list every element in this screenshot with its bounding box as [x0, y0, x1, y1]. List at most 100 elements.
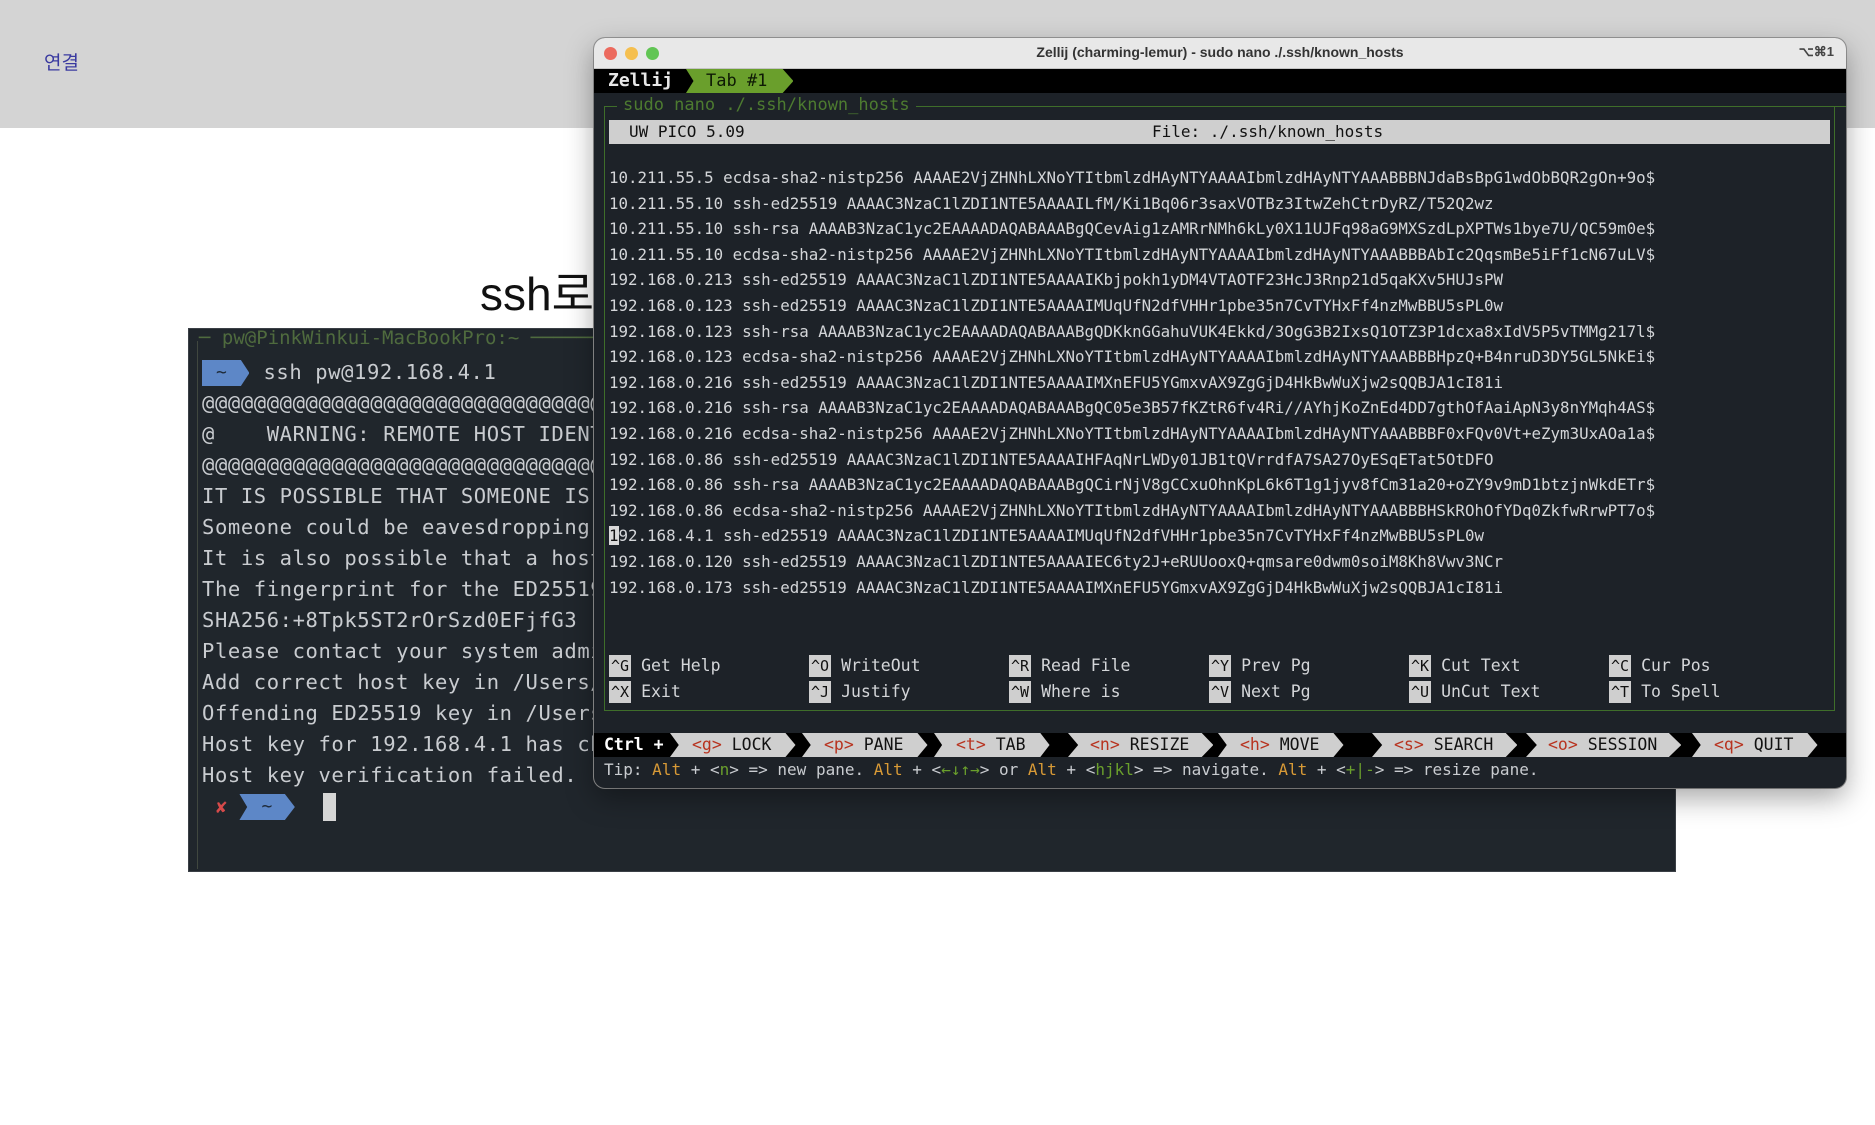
shortcut-label: Get Help [641, 656, 721, 675]
mode-label: PANE [863, 735, 904, 754]
known-host-line[interactable]: 192.168.0.123 ssh-rsa AAAAB3NzaC1yc2EAAA… [609, 319, 1830, 345]
nano-shortcut[interactable]: ^J Justify [809, 681, 1009, 703]
mode-key: <q> [1714, 735, 1744, 754]
nano-shortcut[interactable]: ^W Where is [1009, 681, 1209, 703]
shortcut-key: ^T [1609, 681, 1632, 703]
mode-move[interactable]: <h> MOVE [1218, 733, 1344, 757]
mode-key: <p> [824, 735, 854, 754]
ctrl-prefix: Ctrl + [604, 735, 664, 754]
prompt-dir: ~ [239, 794, 295, 820]
mode-pane[interactable]: <p> PANE [802, 733, 928, 757]
mode-resize[interactable]: <n> RESIZE [1068, 733, 1214, 757]
zellij-status-bar: Ctrl + <g> LOCK <p> PANE <t> TAB <n> RESIZE… [594, 733, 1846, 757]
mode-key: <n> [1090, 735, 1120, 754]
nano-shortcut[interactable]: ^Y Prev Pg [1209, 655, 1409, 677]
known-host-line[interactable]: 192.168.0.86 ssh-ed25519 AAAAC3NzaC1lZDI… [609, 447, 1830, 473]
shortcut-key: ^Y [1209, 655, 1232, 677]
shortcut-label: Prev Pg [1241, 656, 1311, 675]
window-titlebar: Zellij (charming-lemur) - sudo nano ./.s… [594, 38, 1846, 69]
mode-label: MOVE [1279, 735, 1320, 754]
zellij-tab-bar: Zellij Tab #1 [594, 69, 1846, 93]
known-host-line[interactable]: 192.168.0.123 ssh-ed25519 AAAAC3NzaC1lZD… [609, 293, 1830, 319]
zellij-app-label: Zellij [594, 69, 688, 93]
shortcut-label: Exit [641, 682, 681, 701]
shortcut-key: ^C [1609, 655, 1632, 677]
shortcut-key: ^R [1009, 655, 1032, 677]
shortcut-key: ^U [1409, 681, 1432, 703]
pane-title: sudo nano ./.ssh/known_hosts [617, 95, 1846, 115]
prompt-line: ✘ ~ [202, 791, 1211, 822]
shortcut-key: ^K [1409, 655, 1432, 677]
known-host-line[interactable]: 192.168.4.1 ssh-ed25519 AAAAC3NzaC1lZDI1… [609, 523, 1830, 549]
nano-pane[interactable]: sudo nano ./.ssh/known_hosts UW PICO 5.0… [604, 95, 1846, 711]
mode-quit[interactable]: <q> QUIT [1692, 733, 1818, 757]
known-hosts-content[interactable]: 10.211.55.5 ecdsa-sha2-nistp256 AAAAE2Vj… [609, 165, 1830, 600]
mode-key: <o> [1548, 735, 1578, 754]
known-host-line[interactable]: 192.168.0.216 ssh-ed25519 AAAAC3NzaC1lZD… [609, 370, 1830, 396]
known-host-line[interactable]: 192.168.0.86 ssh-rsa AAAAB3NzaC1yc2EAAAA… [609, 472, 1830, 498]
terminal-cursor [322, 793, 336, 821]
shortcut-label: Where is [1041, 682, 1121, 701]
shortcut-label: UnCut Text [1441, 682, 1541, 701]
mode-session[interactable]: <o> SESSION [1526, 733, 1682, 757]
window-title: Zellij (charming-lemur) - sudo nano ./.s… [1036, 44, 1404, 60]
shortcut-label: Cut Text [1441, 656, 1521, 675]
nano-shortcut[interactable]: ^O WriteOut [809, 655, 1009, 677]
known-host-line[interactable]: 192.168.0.120 ssh-ed25519 AAAAC3NzaC1lZD… [609, 549, 1830, 575]
tab-1[interactable]: Tab #1 [686, 69, 794, 93]
nano-filename: File: ./.ssh/known_hosts [1152, 122, 1384, 141]
page-heading: ssh로 [480, 268, 594, 320]
shortcut-key: ^O [809, 655, 832, 677]
known-host-line[interactable]: 192.168.0.86 ecdsa-sha2-nistp256 AAAAE2V… [609, 498, 1830, 524]
pane-border [197, 341, 198, 869]
known-host-line[interactable]: 10.211.55.10 ssh-rsa AAAAB3NzaC1yc2EAAAA… [609, 216, 1830, 242]
shortcut-key: ^W [1009, 681, 1032, 703]
nano-shortcut[interactable]: ^V Next Pg [1209, 681, 1409, 703]
nano-shortcut[interactable]: ^U UnCut Text [1409, 681, 1609, 703]
prompt-dir: ~ [202, 360, 250, 386]
mode-label: LOCK [731, 735, 772, 754]
known-host-line[interactable]: 192.168.0.123 ecdsa-sha2-nistp256 AAAAE2… [609, 344, 1830, 370]
mode-label: QUIT [1753, 735, 1794, 754]
mode-key: <h> [1240, 735, 1270, 754]
known-host-line[interactable]: 192.168.0.213 ssh-ed25519 AAAAC3NzaC1lZD… [609, 267, 1830, 293]
error-status-icon: ✘ [216, 797, 228, 818]
mode-key: <t> [956, 735, 986, 754]
shortcut-key: ^X [609, 681, 632, 703]
nano-shortcut[interactable]: ^X Exit [609, 681, 809, 703]
shortcut-label: Cur Pos [1641, 656, 1711, 675]
known-host-line[interactable]: 192.168.0.216 ecdsa-sha2-nistp256 AAAAE2… [609, 421, 1830, 447]
nav-link-connect[interactable]: 연결 [44, 48, 79, 75]
nano-shortcut[interactable]: ^T To Spell [1609, 681, 1809, 703]
known-host-text: 92.168.4.1 ssh-ed25519 AAAAC3NzaC1lZDI1N… [618, 526, 1484, 546]
mode-label: SESSION [1587, 735, 1658, 754]
mode-search[interactable]: <s> SEARCH [1372, 733, 1518, 757]
mode-label: RESIZE [1129, 735, 1190, 754]
zellij-window[interactable]: Zellij (charming-lemur) - sudo nano ./.s… [594, 38, 1846, 788]
shortcut-key: ^V [1209, 681, 1232, 703]
mode-key: <s> [1394, 735, 1424, 754]
shortcut-key: ^G [609, 655, 632, 677]
window-shortcut: ⌥⌘1 [1798, 44, 1834, 59]
nano-shortcut[interactable]: ^C Cur Pos [1609, 655, 1809, 677]
mode-lock[interactable]: <g> LOCK [670, 733, 796, 757]
nano-shortcut[interactable]: ^K Cut Text [1409, 655, 1609, 677]
nano-shortcut[interactable]: ^G Get Help [609, 655, 809, 677]
mode-label: TAB [995, 735, 1026, 754]
nano-header: UW PICO 5.09 File: ./.ssh/known_hosts [609, 120, 1830, 144]
known-host-line[interactable]: 10.211.55.5 ecdsa-sha2-nistp256 AAAAE2Vj… [609, 165, 1830, 191]
shortcut-label: Read File [1041, 656, 1131, 675]
known-host-line[interactable]: 192.168.0.173 ssh-ed25519 AAAAC3NzaC1lZD… [609, 575, 1830, 601]
command-text: ssh pw@192.168.4.1 [263, 360, 497, 384]
mode-tab[interactable]: <t> TAB [934, 733, 1050, 757]
known-host-line[interactable]: 192.168.0.216 ssh-rsa AAAAB3NzaC1yc2EAAA… [609, 395, 1830, 421]
known-host-line[interactable]: 10.211.55.10 ecdsa-sha2-nistp256 AAAAE2V… [609, 242, 1830, 268]
shortcut-label: To Spell [1641, 682, 1721, 701]
text-cursor: 1 [609, 526, 619, 546]
shortcut-key: ^J [809, 681, 832, 703]
shortcut-label: Next Pg [1241, 682, 1311, 701]
nano-shortcut[interactable]: ^R Read File [1009, 655, 1209, 677]
zellij-tip: Tip: Alt + <n> => new pane. Alt + <←↓↑→>… [604, 760, 1539, 779]
known-host-line[interactable]: 10.211.55.10 ssh-ed25519 AAAAC3NzaC1lZDI… [609, 191, 1830, 217]
mode-label: SEARCH [1433, 735, 1494, 754]
